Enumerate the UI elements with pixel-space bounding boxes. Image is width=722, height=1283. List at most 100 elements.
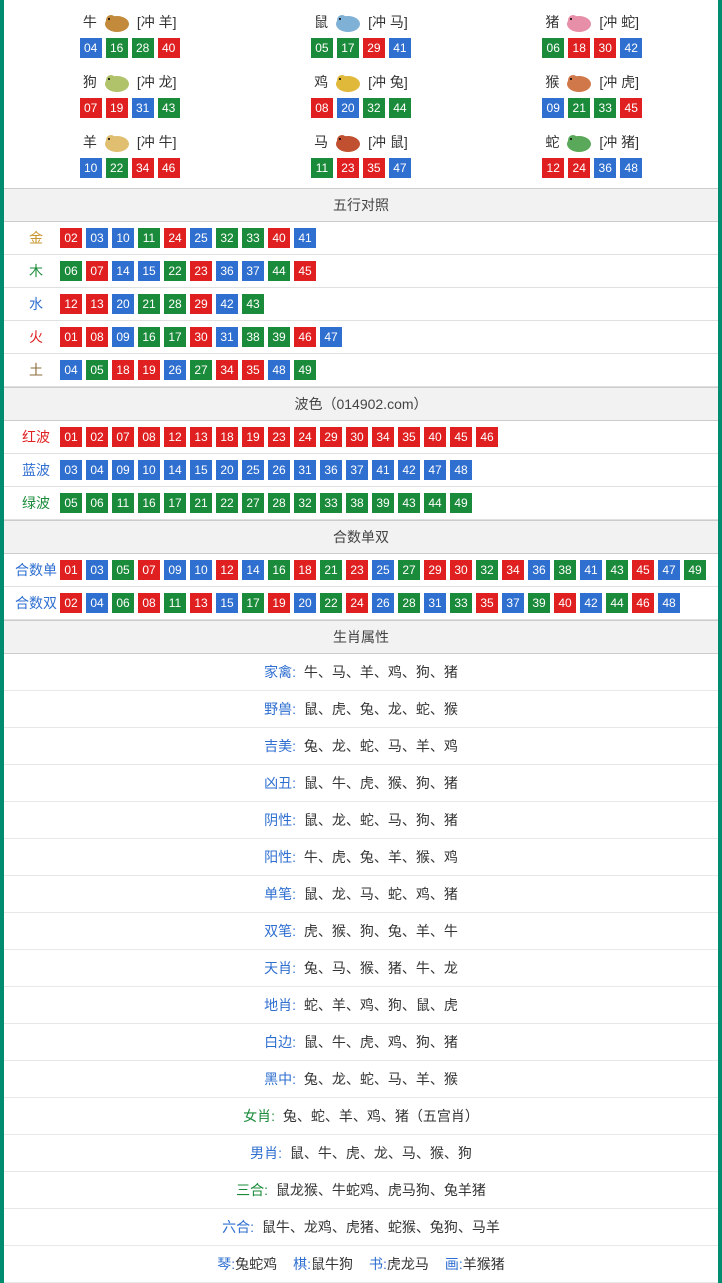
number-chip: 30 — [346, 427, 368, 447]
data-row: 木06071415222336374445 — [4, 255, 718, 288]
attr-row: 男肖: 鼠、牛、虎、龙、马、猴、狗 — [4, 1135, 718, 1172]
number-chip: 20 — [112, 294, 134, 314]
bose-table: 红波0102070812131819232429303435404546蓝波03… — [4, 421, 718, 520]
attr-label: 黑中: — [264, 1071, 296, 1087]
number-chip: 06 — [86, 493, 108, 513]
number-chip: 14 — [164, 460, 186, 480]
number-chip: 05 — [86, 360, 108, 380]
qqsh-label: 琴: — [217, 1256, 235, 1272]
zodiac-nums: 11233547 — [245, 158, 476, 178]
heshu-header: 合数单双 — [4, 520, 718, 554]
number-chip: 43 — [606, 560, 628, 580]
zodiac-nums: 09213345 — [477, 98, 708, 118]
number-chip: 28 — [164, 294, 186, 314]
row-nums: 0204060811131517192022242628313335373940… — [60, 593, 680, 613]
row-nums: 0108091617303138394647 — [60, 327, 342, 347]
zodiac-clash: [冲 鼠] — [368, 132, 408, 152]
number-chip: 08 — [138, 427, 160, 447]
zodiac-nums: 07193143 — [14, 98, 245, 118]
number-chip: 26 — [268, 460, 290, 480]
number-chip: 06 — [112, 593, 134, 613]
number-chip: 31 — [216, 327, 238, 347]
attr-label: 女肖: — [243, 1108, 275, 1124]
number-chip: 36 — [320, 460, 342, 480]
number-chip: 23 — [190, 261, 212, 281]
number-chip: 40 — [554, 593, 576, 613]
number-chip: 49 — [684, 560, 706, 580]
attr-row: 六合: 鼠牛、龙鸡、虎猪、蛇猴、兔狗、马羊 — [4, 1209, 718, 1246]
zodiac-name: 猴 — [545, 72, 559, 92]
number-chip: 48 — [658, 593, 680, 613]
number-chip: 34 — [132, 158, 154, 178]
number-chip: 23 — [337, 158, 359, 178]
number-chip: 12 — [60, 294, 82, 314]
attr-label: 单笔: — [264, 886, 296, 902]
number-chip: 03 — [86, 228, 108, 248]
number-chip: 04 — [86, 460, 108, 480]
number-chip: 19 — [268, 593, 290, 613]
attr-row: 白边: 鼠、牛、虎、鸡、狗、猪 — [4, 1024, 718, 1061]
zodiac-nums: 05172941 — [245, 38, 476, 58]
row-nums: 04051819262734354849 — [60, 360, 316, 380]
number-chip: 16 — [268, 560, 290, 580]
number-chip: 30 — [190, 327, 212, 347]
number-chip: 39 — [372, 493, 394, 513]
number-chip: 15 — [216, 593, 238, 613]
number-chip: 20 — [294, 593, 316, 613]
qqsh-label: 棋: — [293, 1256, 311, 1272]
qin-qi-shu-hua-row: 琴:兔蛇鸡棋:鼠牛狗书:虎龙马画:羊猴猪 — [4, 1246, 718, 1283]
number-chip: 04 — [80, 38, 102, 58]
zodiac-name: 狗 — [83, 72, 97, 92]
zodiac-grid: 牛[冲 羊]04162840鼠[冲 马]05172941猪[冲 蛇]061830… — [4, 0, 718, 188]
number-chip: 02 — [86, 427, 108, 447]
number-chip: 31 — [132, 98, 154, 118]
attr-label: 天肖: — [264, 960, 296, 976]
zodiac-clash: [冲 龙] — [137, 72, 177, 92]
number-chip: 48 — [450, 460, 472, 480]
zodiac-name: 马 — [314, 132, 328, 152]
number-chip: 23 — [268, 427, 290, 447]
number-chip: 01 — [60, 560, 82, 580]
number-chip: 06 — [542, 38, 564, 58]
number-chip: 10 — [80, 158, 102, 178]
number-chip: 29 — [363, 38, 385, 58]
attr-label: 男肖: — [250, 1145, 282, 1161]
attr-label: 野兽: — [264, 701, 296, 717]
data-row: 火0108091617303138394647 — [4, 321, 718, 354]
number-chip: 37 — [242, 261, 264, 281]
number-chip: 21 — [190, 493, 212, 513]
attr-label: 地肖: — [264, 997, 296, 1013]
number-chip: 22 — [216, 493, 238, 513]
number-chip: 44 — [268, 261, 290, 281]
number-chip: 09 — [112, 327, 134, 347]
number-chip: 10 — [138, 460, 160, 480]
number-chip: 37 — [346, 460, 368, 480]
number-chip: 38 — [346, 493, 368, 513]
number-chip: 01 — [60, 427, 82, 447]
zodiac-name: 羊 — [83, 132, 97, 152]
number-chip: 33 — [594, 98, 616, 118]
row-label: 木 — [12, 261, 60, 281]
data-row: 红波0102070812131819232429303435404546 — [4, 421, 718, 454]
number-chip: 41 — [389, 38, 411, 58]
zodiac-cell: 猪[冲 蛇]06183042 — [477, 4, 708, 64]
number-chip: 31 — [294, 460, 316, 480]
attr-row: 女肖: 兔、蛇、羊、鸡、猪（五宫肖） — [4, 1098, 718, 1135]
attr-row: 三合: 鼠龙猴、牛蛇鸡、虎马狗、兔羊猪 — [4, 1172, 718, 1209]
number-chip: 07 — [86, 261, 108, 281]
number-chip: 07 — [112, 427, 134, 447]
number-chip: 17 — [164, 327, 186, 347]
shuxing-table: 家禽: 牛、马、羊、鸡、狗、猪野兽: 鼠、虎、兔、龙、蛇、猴吉美: 兔、龙、蛇、… — [4, 654, 718, 1246]
number-chip: 11 — [311, 158, 333, 178]
number-chip: 29 — [190, 294, 212, 314]
qqsh-segment: 书:虎龙马 — [369, 1254, 429, 1274]
number-chip: 40 — [424, 427, 446, 447]
row-label: 绿波 — [12, 493, 60, 513]
zodiac-cell: 狗 [冲 龙] 07193143 — [14, 64, 245, 124]
bose-header: 波色（014902.com） — [4, 387, 718, 421]
row-label: 水 — [12, 294, 60, 314]
number-chip: 45 — [294, 261, 316, 281]
row-nums: 05061116172122272832333839434449 — [60, 493, 472, 513]
attr-value: 牛、马、羊、鸡、狗、猪 — [300, 664, 458, 680]
attr-value: 牛、虎、兔、羊、猴、鸡 — [300, 849, 458, 865]
